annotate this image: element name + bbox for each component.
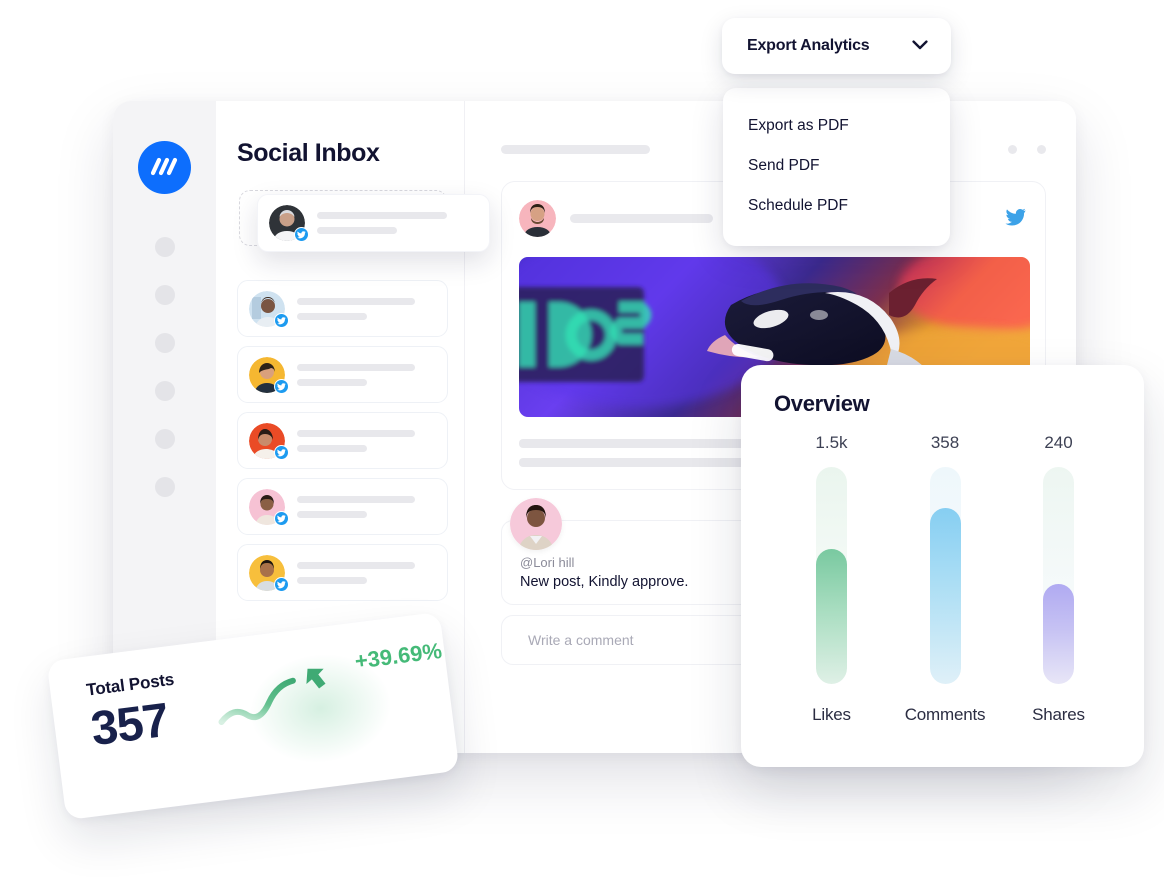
sidebar-nav-placeholders [154, 237, 175, 497]
inbox-item-text-placeholder [297, 297, 415, 320]
twitter-icon [1004, 206, 1028, 232]
post-author-placeholder [570, 214, 713, 223]
overview-title: Overview [774, 391, 870, 416]
chart-category-shares: Shares [1032, 705, 1085, 724]
avatar [249, 422, 289, 460]
avatar [249, 290, 289, 328]
export-menu-item-schedule-pdf[interactable]: Schedule PDF [723, 186, 950, 226]
feed-action-dot[interactable] [1037, 145, 1046, 154]
inbox-list-item[interactable] [237, 478, 448, 535]
page-title: Social Inbox [237, 139, 380, 167]
inbox-list-item[interactable] [237, 346, 448, 403]
twitter-verified-icon [274, 378, 289, 394]
inbox-list [237, 190, 490, 601]
twitter-verified-icon [274, 576, 289, 592]
inbox-list-item[interactable] [237, 280, 448, 337]
overview-card: Overview 1.5k Likes 358 Comments 240 Sha… [741, 365, 1144, 767]
avatar [249, 488, 289, 526]
chart-column-comments: 358 Comments [898, 433, 993, 725]
export-menu-item-export-as-pdf[interactable]: Export as PDF [723, 106, 950, 146]
chart-bar-likes[interactable] [816, 549, 847, 684]
chart-value-shares: 240 [1044, 433, 1073, 452]
feed-action-dot[interactable] [1008, 145, 1017, 154]
feed-action-dots [1008, 145, 1046, 154]
chart-bar-shares[interactable] [1043, 584, 1074, 684]
overview-bar-chart: 1.5k Likes 358 Comments 240 Shares [774, 433, 1114, 725]
chart-category-likes: Likes [812, 705, 851, 724]
export-menu-item-send-pdf[interactable]: Send PDF [723, 146, 950, 186]
export-analytics-button[interactable]: Export Analytics [722, 18, 951, 74]
chart-track-likes [816, 467, 847, 684]
chart-track-shares [1043, 467, 1074, 684]
sidebar-nav-dot[interactable] [154, 429, 175, 449]
inbox-item-text-placeholder [317, 212, 447, 234]
inbox-list-item-dragging[interactable] [257, 194, 490, 252]
twitter-verified-icon [274, 510, 289, 526]
export-analytics-label: Export Analytics [747, 37, 870, 54]
post-author-avatar [519, 200, 556, 237]
chart-value-comments: 358 [930, 433, 960, 452]
inbox-list-item[interactable] [237, 544, 448, 601]
chart-bar-comments[interactable] [929, 508, 961, 684]
sidebar-nav-dot[interactable] [154, 381, 175, 401]
total-posts-trend: +39.69% [208, 636, 449, 740]
export-menu: Export as PDF Send PDF Schedule PDF [723, 88, 950, 246]
commenter-avatar [510, 498, 562, 550]
inbox-item-text-placeholder [297, 561, 415, 584]
inbox-item-text-placeholder [297, 495, 415, 518]
twitter-verified-icon [274, 444, 289, 460]
total-posts-change: +39.69% [353, 637, 444, 674]
export-analytics-dropdown: Export Analytics Export as PDF Send PDF … [722, 18, 951, 246]
feed-title-placeholder [501, 145, 650, 154]
screenshot-stage: Social Inbox @Lori hill New post, Kindly… [0, 0, 1164, 880]
inbox-item-text-placeholder [297, 429, 415, 452]
chart-track-comments [929, 467, 961, 684]
app-logo[interactable] [138, 141, 191, 194]
avatar [269, 205, 309, 242]
chart-category-comments: Comments [904, 705, 986, 724]
twitter-verified-icon [294, 227, 309, 242]
chevron-down-icon [912, 37, 928, 55]
avatar [249, 356, 289, 394]
sidebar-nav-dot[interactable] [154, 333, 175, 353]
twitter-verified-icon [274, 312, 289, 328]
inbox-list-item[interactable] [237, 412, 448, 469]
sidebar-nav-dot[interactable] [154, 237, 175, 257]
chart-column-likes: 1.5k Likes [784, 433, 879, 725]
chart-column-shares: 240 Shares [1011, 433, 1106, 725]
chart-value-likes: 1.5k [815, 433, 848, 452]
avatar [249, 554, 289, 592]
inbox-item-text-placeholder [297, 363, 415, 386]
total-posts-card: Total Posts 357 +39.69% [46, 611, 460, 821]
sidebar-nav-dot[interactable] [154, 477, 175, 497]
sidebar-nav-dot[interactable] [154, 285, 175, 305]
wavy-logo-icon [151, 157, 178, 176]
